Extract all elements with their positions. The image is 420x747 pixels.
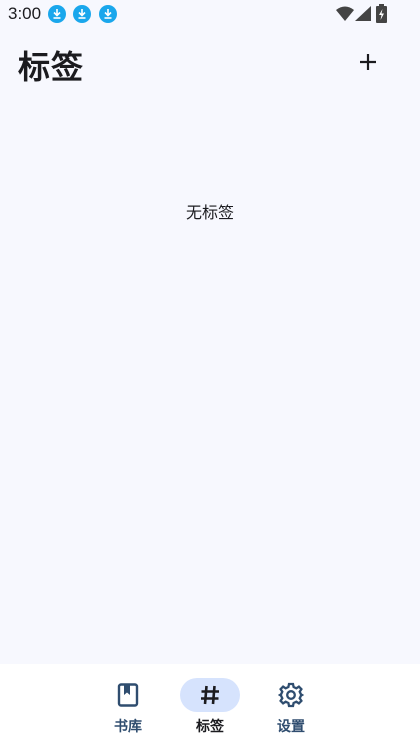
empty-state-message: 无标签 [185,203,234,222]
signal-icon [355,6,371,21]
download-icon [99,5,117,23]
nav-icon-container [98,678,158,712]
battery-charging-icon [376,4,387,23]
page-title: 标签 [18,48,85,86]
plus-icon [360,54,376,70]
nav-item-settings[interactable]: 设置 [251,676,331,740]
book-icon [117,683,139,707]
gear-icon [278,682,304,708]
bottom-navigation: 书库 标签 设置 [0,664,420,747]
download-icon [73,5,91,23]
nav-label-settings: 设置 [277,719,305,735]
nav-item-tags[interactable]: 标签 [170,676,250,740]
nav-item-library[interactable]: 书库 [88,676,168,740]
add-tag-button[interactable] [346,40,390,84]
nav-label-library: 书库 [114,719,142,735]
nav-label-tags: 标签 [196,719,224,735]
nav-icon-container [261,678,321,712]
nav-icon-container-active [180,678,240,712]
app-bar: 标签 [0,38,420,88]
wifi-icon [336,6,354,21]
download-icon [48,5,66,23]
hash-icon [201,685,219,705]
status-bar: 3:00 [0,0,420,30]
status-time: 3:00 [8,4,42,23]
